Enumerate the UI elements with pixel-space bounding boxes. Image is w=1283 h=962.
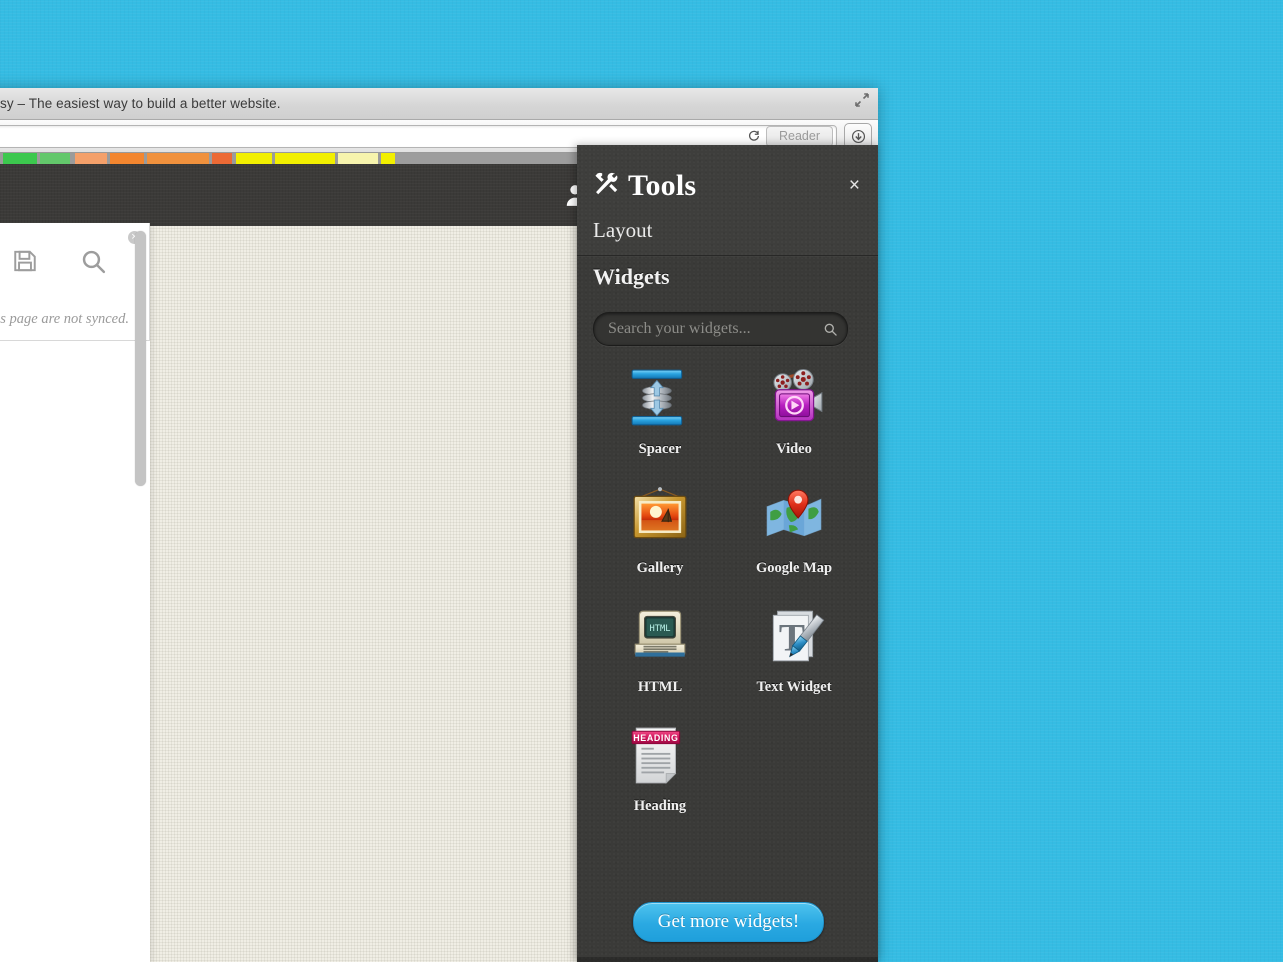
widget-item-heading[interactable]: HEADING Heading [593, 720, 727, 815]
reader-button[interactable]: Reader [766, 125, 833, 147]
tools-panel-header: Tools × Layout [577, 145, 878, 256]
tools-widgets-section-label[interactable]: Widgets [593, 264, 670, 290]
stripe-segment [3, 153, 37, 164]
panel-bottom-edge [577, 957, 878, 962]
svg-text:HEADING: HEADING [633, 733, 678, 743]
stripe-segment [40, 153, 70, 164]
sync-status-text: Changes to this page are not synced. [0, 311, 129, 327]
magnifier-icon[interactable] [813, 314, 847, 344]
reload-icon[interactable] [744, 127, 764, 146]
gallery-widget-icon [625, 482, 695, 552]
widget-label: Video [776, 441, 812, 457]
stripe-segment [147, 153, 209, 164]
google-map-widget-icon [759, 482, 829, 552]
widget-item-video[interactable]: Video [727, 363, 861, 458]
widget-item-spacer[interactable]: Spacer [593, 363, 727, 458]
tools-panel: Tools × Layout Widgets Search your widge… [577, 145, 878, 962]
editor-tool-row [0, 241, 116, 281]
stripe-segment [275, 153, 335, 164]
widget-item-gallery[interactable]: Gallery [593, 482, 727, 577]
widget-label: Spacer [638, 441, 682, 457]
widget-label: Text Widget [756, 679, 832, 695]
stripe-segment [110, 153, 144, 164]
page-sheet: × [0, 223, 150, 962]
editor-toolbar-panel: × [0, 223, 150, 341]
stripe-segment [212, 153, 232, 164]
page-scrollbar[interactable] [135, 231, 146, 486]
heading-widget-icon: HEADING [625, 720, 695, 790]
document-content: Heading m dolor sit amet, consectetur ad… [0, 356, 150, 962]
wrench-screwdriver-icon [593, 171, 619, 202]
widget-label: HTML [637, 679, 683, 695]
spacer-widget-icon [625, 363, 695, 433]
widget-label: Gallery [636, 560, 684, 576]
browser-titlebar: sy – The easiest way to build a better w… [0, 88, 878, 120]
stripe-segment [75, 153, 107, 164]
tools-layout-section-label[interactable]: Layout [593, 218, 652, 243]
save-tool-button[interactable] [2, 241, 48, 281]
widget-item-google-map[interactable]: Google Map [727, 482, 861, 577]
stripe-segment [381, 153, 395, 164]
screen: sy – The easiest way to build a better w… [0, 0, 1283, 962]
svg-text:HTML: HTML [649, 624, 670, 634]
widget-search-field[interactable] [593, 312, 848, 346]
widget-label: Heading [633, 798, 687, 814]
html-widget-icon: HTML [625, 601, 695, 671]
get-more-widgets-button[interactable]: Get more widgets! [633, 902, 824, 942]
tools-panel-title: Tools [628, 169, 697, 202]
widget-grid: Spacer Video Gallery Google Map HTML HTM… [593, 363, 861, 815]
stripe-segment [236, 153, 272, 164]
stripe-segment [338, 153, 378, 164]
search-tool-button[interactable] [70, 241, 116, 281]
close-icon[interactable]: × [849, 176, 860, 195]
widget-item-html[interactable]: HTML HTML [593, 601, 727, 696]
search-input[interactable] [594, 319, 813, 339]
resize-arrows-icon[interactable] [854, 92, 870, 108]
video-widget-icon [759, 363, 829, 433]
window-title: sy – The easiest way to build a better w… [0, 96, 281, 111]
text-widget-icon: T [759, 601, 829, 671]
widget-label: Google Map [755, 560, 833, 576]
tools-title-group: Tools [593, 169, 696, 203]
widget-item-text-widget[interactable]: T Text Widget [727, 601, 861, 696]
